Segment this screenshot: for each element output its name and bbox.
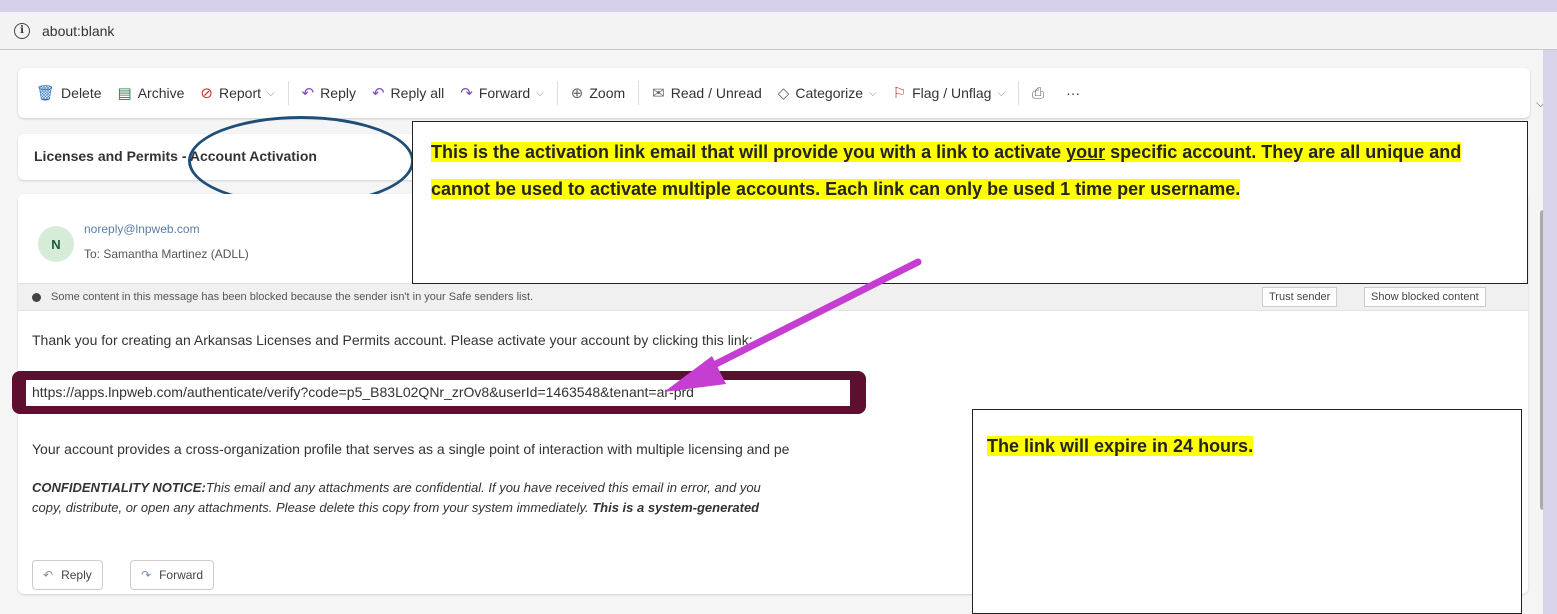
annotation-arrow [664,258,922,392]
arrow-shaft [696,258,922,376]
window-edge [1543,50,1557,614]
